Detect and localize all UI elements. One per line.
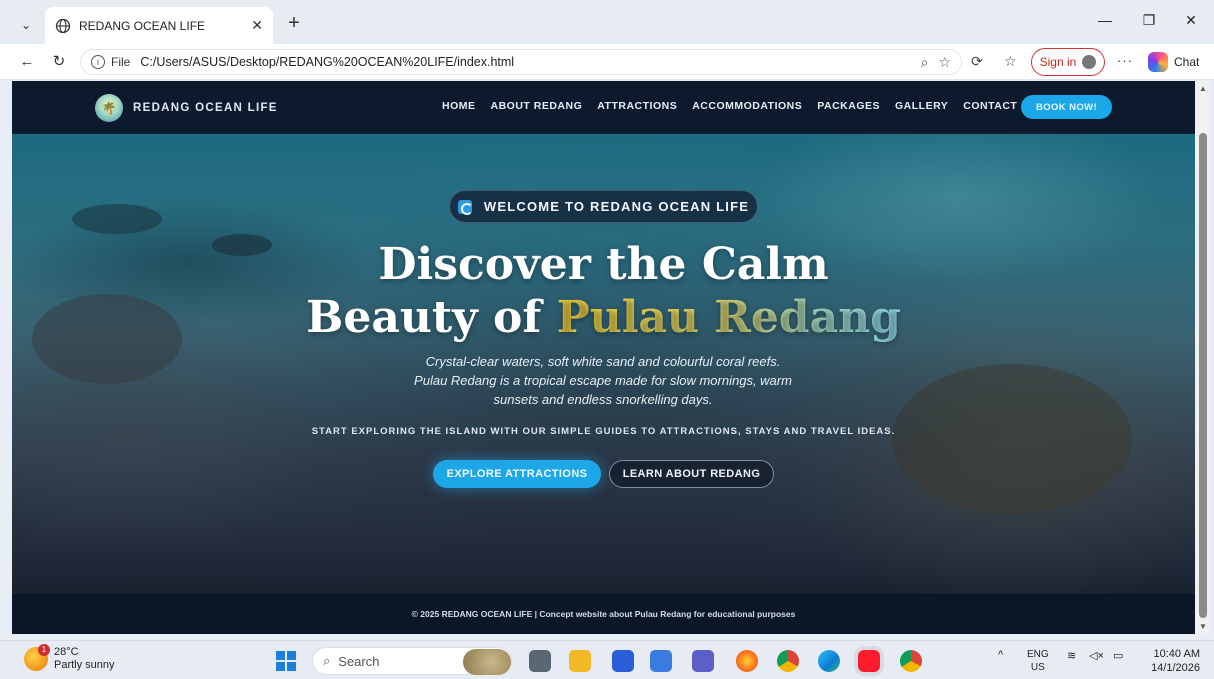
task-view-icon[interactable] [529,650,551,672]
tab-list-chevron-icon[interactable]: ⌄ [12,12,40,38]
url-text[interactable]: C:/Users/ASUS/Desktop/REDANG%20OCEAN%20L… [140,55,910,69]
favorite-star-icon[interactable]: ☆ [938,54,951,71]
headline-line-2-pre: Beauty of [306,292,557,343]
address-bar[interactable]: i File C:/Users/ASUS/Desktop/REDANG%20OC… [80,49,962,75]
weather-condition: Partly sunny [54,659,115,671]
temperature: 28°C [54,646,79,658]
favorites-icon[interactable]: ☆ [1004,53,1017,70]
battery-icon[interactable]: ▭ [1113,649,1123,662]
app-icon[interactable] [612,650,634,672]
tab-active[interactable]: REDANG OCEAN LIFE ✕ [45,7,273,44]
search-label: Search [338,653,380,669]
tagline-line-2: Pulau Redang is a tropical escape made f… [414,373,792,388]
hero-subtext: START EXPLORING THE ISLAND WITH OUR SIMP… [311,426,896,437]
headline-line-1: Discover the Calm [378,239,829,290]
tab-close-icon[interactable]: ✕ [251,17,263,34]
search-icon: ⌕ [323,653,331,668]
restore-icon[interactable]: ❐ [1139,12,1159,29]
show-hidden-icons-chevron-icon[interactable]: ^ [998,649,1003,661]
zoom-icon[interactable]: ⌕ [921,54,929,71]
wifi-icon[interactable]: ≋ [1067,649,1076,662]
site-nav: HOME ABOUT REDANG ATTRACTIONS ACCOMMODAT… [442,100,1017,112]
sign-in-button[interactable]: Sign in [1031,48,1105,76]
nav-home[interactable]: HOME [442,100,476,112]
sign-in-label: Sign in [1039,55,1077,69]
new-tab-button[interactable]: + [282,13,306,33]
language-indicator[interactable]: ENG US [1027,648,1049,674]
copilot-icon [1148,52,1168,72]
hero-headline: Discover the Calm Beauty of Pulau Redang [12,238,1195,344]
clock-date: 14/1/2026 [1151,662,1200,674]
more-menu-icon[interactable]: ··· [1117,53,1133,68]
extensions-icon[interactable]: ⟳ [971,53,983,70]
brand[interactable]: 🌴 REDANG OCEAN LIFE [95,94,278,122]
edge-icon[interactable] [818,650,840,672]
volume-muted-icon[interactable]: ◁× [1089,649,1104,662]
scroll-down-icon[interactable]: ▼ [1199,622,1207,631]
notification-badge: 1 [38,644,50,656]
site-header: 🌴 REDANG OCEAN LIFE HOME ABOUT REDANG AT… [12,81,1195,134]
clock-time: 10:40 AM [1153,648,1200,660]
browser-toolbar: ← ↻ i File C:/Users/ASUS/Desktop/REDANG%… [0,44,1214,80]
close-window-icon[interactable]: ✕ [1181,12,1201,29]
page-scrollbar[interactable]: ▲ ▼ [1196,81,1210,634]
tagline-line-3: sunsets and endless snorkelling days. [493,392,713,407]
tab-title: REDANG OCEAN LIFE [79,18,206,33]
site-footer: © 2025 REDANG OCEAN LIFE | Concept websi… [12,594,1195,634]
nav-accommodations[interactable]: ACCOMMODATIONS [692,100,802,112]
file-explorer-icon[interactable] [569,650,591,672]
wave-icon [457,199,473,215]
copilot-chat-button[interactable]: Chat [1148,52,1199,72]
profile-icon [1082,55,1097,69]
scrollbar-thumb[interactable] [1199,133,1207,618]
page-viewport: 🌴 REDANG OCEAN LIFE HOME ABOUT REDANG AT… [12,81,1195,634]
firefox-icon[interactable] [736,650,758,672]
chat-label: Chat [1174,55,1200,69]
opera-icon[interactable] [858,650,880,672]
windows-taskbar: 1 28°C Partly sunny ⌕ Search ^ ENG US ≋ … [0,640,1214,679]
palm-tree-logo-icon: 🌴 [95,94,123,122]
teams-icon[interactable] [692,650,714,672]
brand-name: REDANG OCEAN LIFE [133,102,278,114]
nav-packages[interactable]: PACKAGES [817,100,880,112]
globe-icon [55,18,71,33]
clock[interactable]: 10:40 AM 14/1/2026 [1146,647,1200,675]
partly-sunny-icon: 1 [24,644,50,671]
welcome-text: WELCOME TO REDANG OCEAN LIFE [483,199,750,214]
lang-line-2: US [1030,662,1045,673]
nav-contact[interactable]: CONTACT [963,100,1017,112]
scroll-up-icon[interactable]: ▲ [1199,84,1207,93]
store-icon[interactable] [650,650,672,672]
taskbar-search[interactable]: ⌕ Search [312,647,512,675]
nav-attractions[interactable]: ATTRACTIONS [597,100,677,112]
headline-accent: Pulau Redang [556,292,901,343]
hero-section: WELCOME TO REDANG OCEAN LIFE Discover th… [12,134,1195,594]
lang-line-1: ENG [1027,649,1049,660]
nav-gallery[interactable]: GALLERY [895,100,948,112]
refresh-icon[interactable]: ↻ [48,52,70,72]
back-icon[interactable]: ← [16,52,38,72]
welcome-badge: WELCOME TO REDANG OCEAN LIFE [449,190,758,223]
learn-about-redang-button[interactable]: LEARN ABOUT REDANG [609,460,774,488]
explore-attractions-button[interactable]: EXPLORE ATTRACTIONS [433,460,601,488]
chrome-profile-icon[interactable] [900,650,922,672]
search-highlight-image [463,649,511,675]
weather-widget[interactable]: 1 28°C Partly sunny [24,644,115,672]
footer-text: © 2025 REDANG OCEAN LIFE | Concept websi… [411,609,796,619]
book-now-button[interactable]: BOOK NOW! [1021,95,1112,119]
info-icon[interactable]: i [91,55,105,69]
tagline-line-1: Crystal-clear waters, soft white sand an… [425,354,781,369]
tab-strip: ⌄ REDANG OCEAN LIFE ✕ + — ❐ ✕ [0,0,1214,44]
hero-tagline: Crystal-clear waters, soft white sand an… [353,352,853,409]
nav-about-redang[interactable]: ABOUT REDANG [491,100,583,112]
windows-start-icon[interactable] [276,651,296,671]
chrome-icon[interactable] [777,650,799,672]
scheme-label: File [111,55,131,69]
minimize-icon[interactable]: — [1095,12,1115,28]
